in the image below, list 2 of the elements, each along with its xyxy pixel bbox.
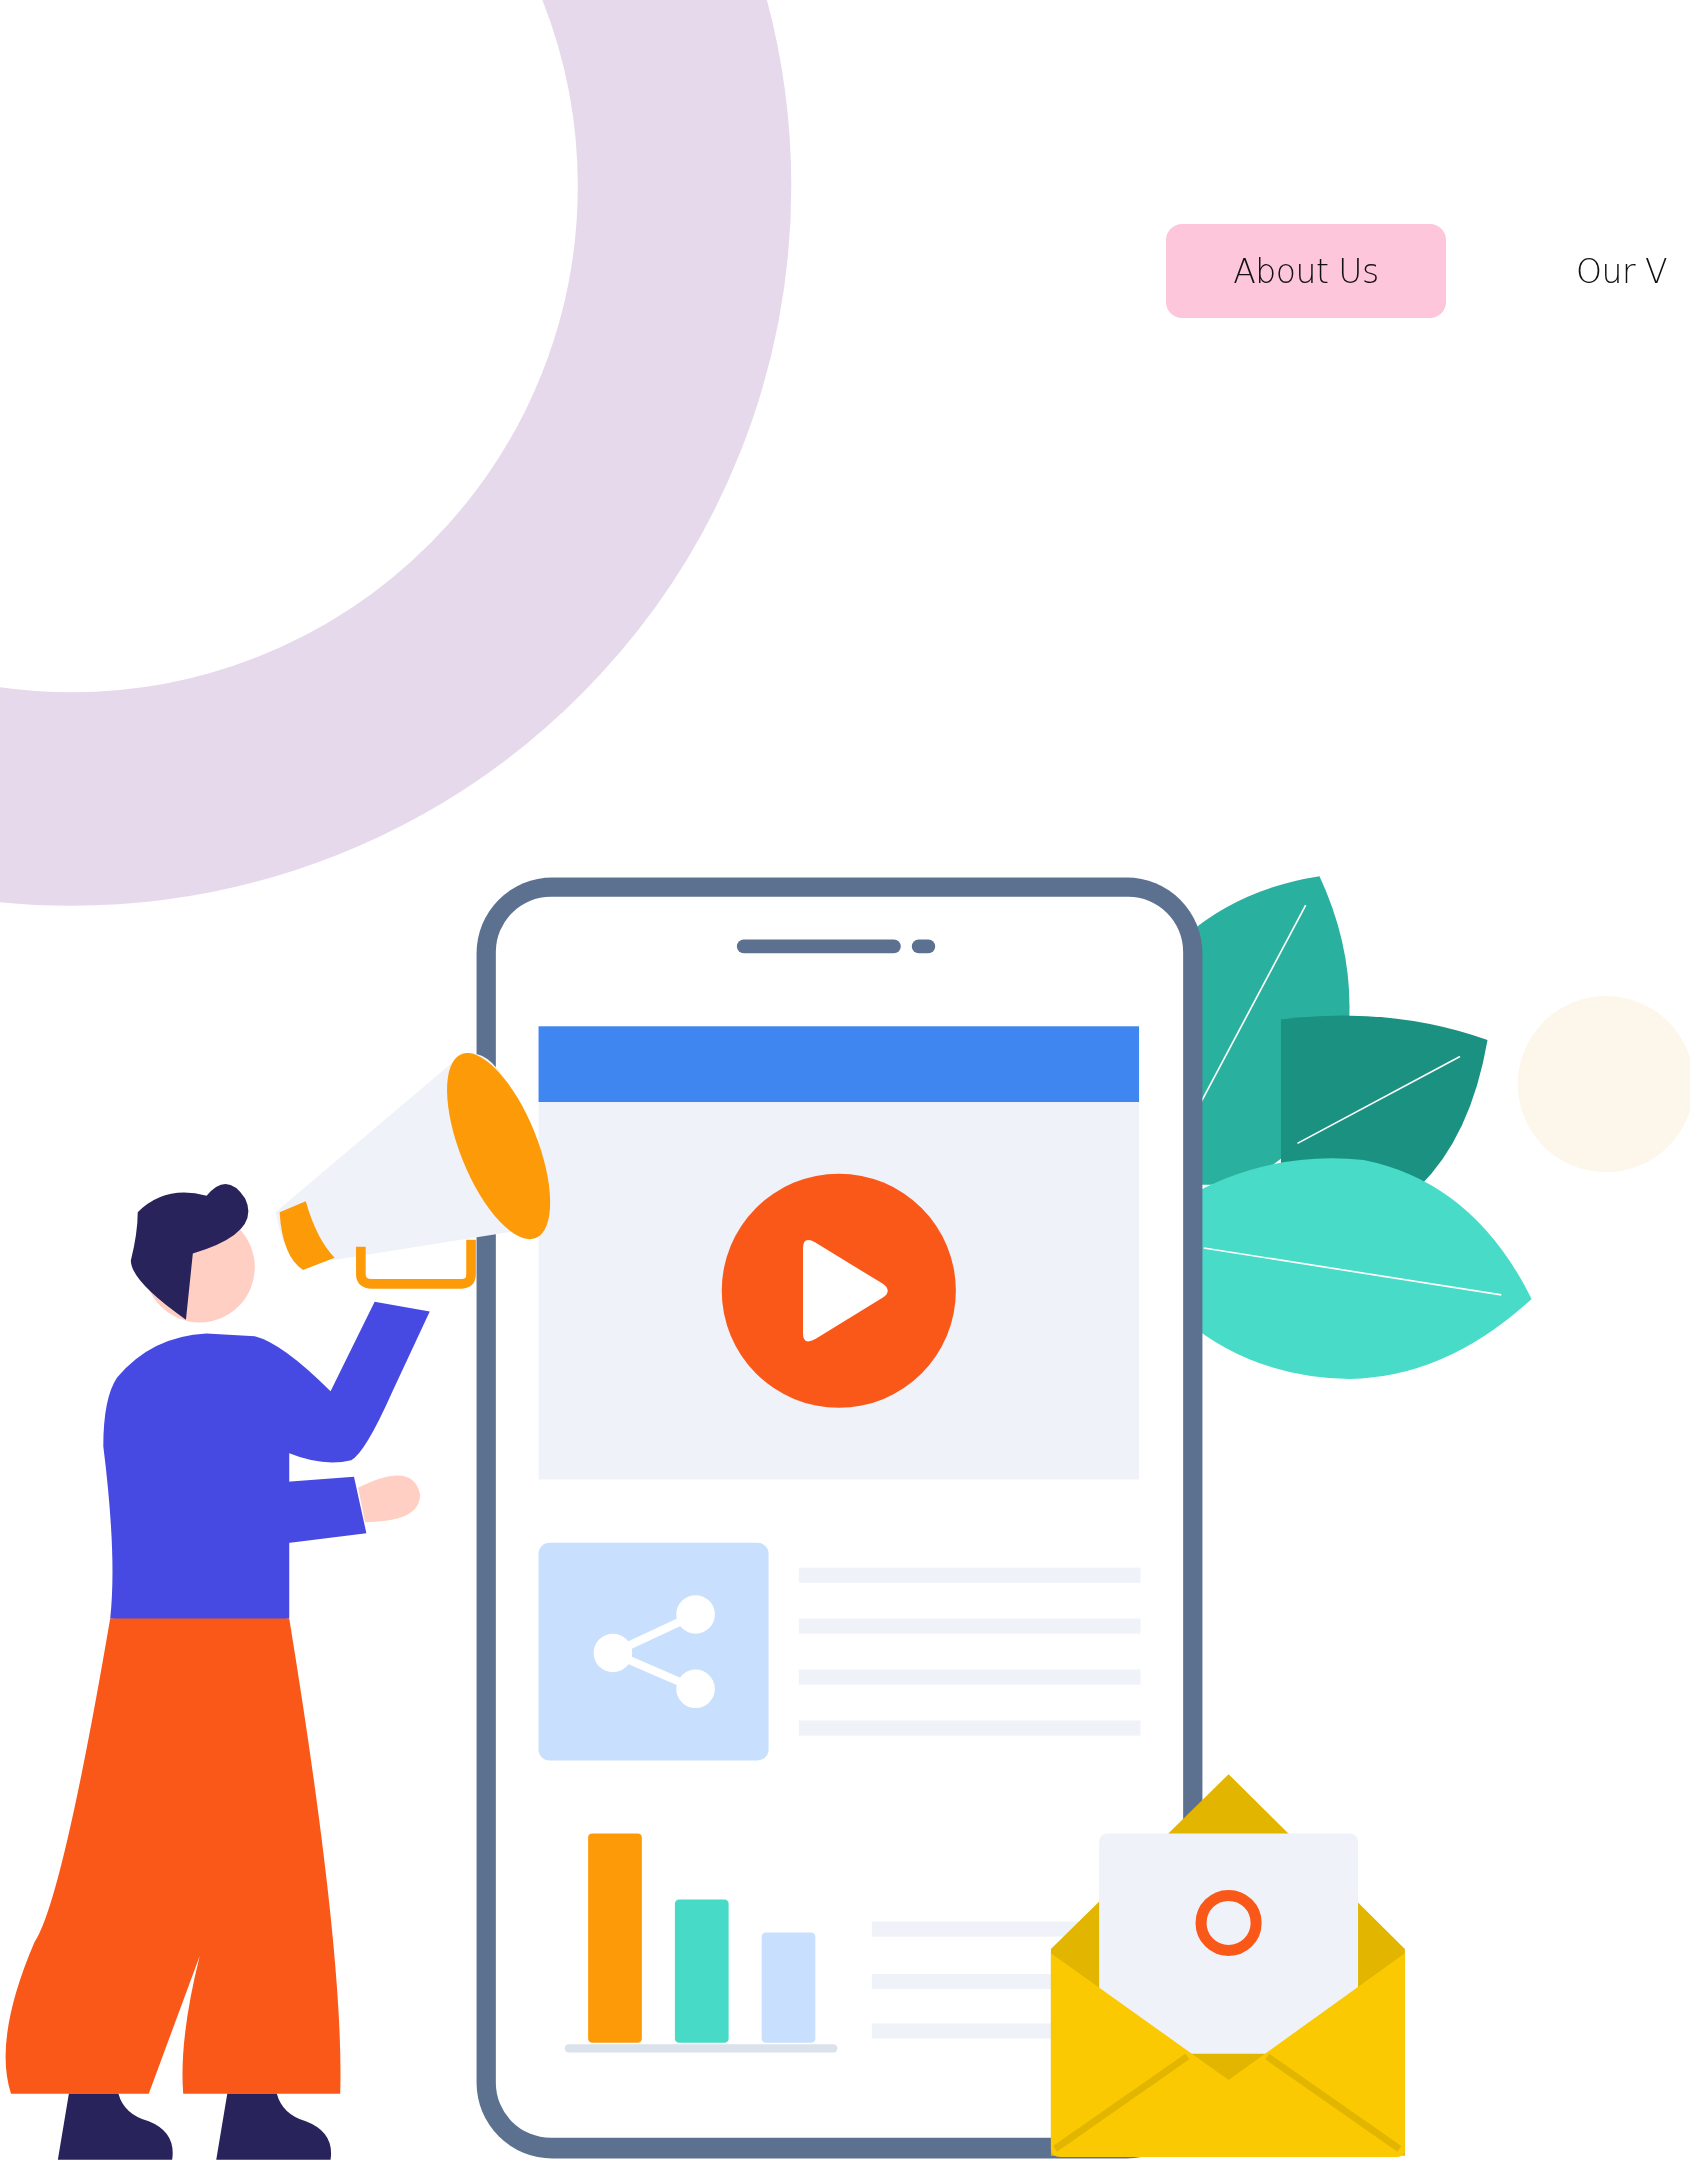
- nav-link[interactable]: About Us: [1166, 224, 1446, 318]
- nav-link[interactable]: Our V: [1576, 224, 1668, 318]
